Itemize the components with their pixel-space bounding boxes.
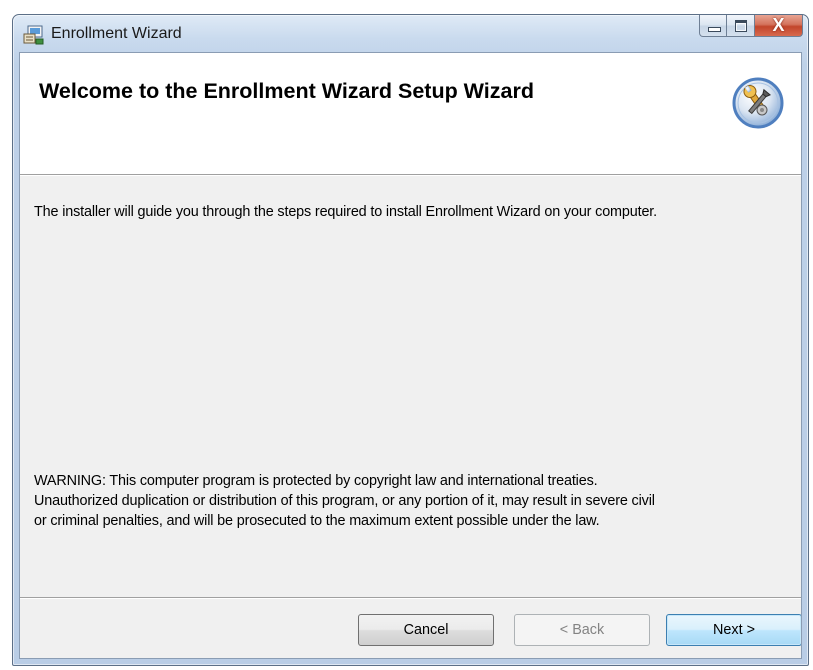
copyright-warning: WARNING: This computer program is protec… — [34, 471, 801, 531]
next-button[interactable]: Next > — [666, 614, 801, 646]
warning-line: WARNING: This computer program is protec… — [34, 473, 598, 489]
warning-line: or criminal penalties, and will be prose… — [34, 513, 600, 529]
page-title: Welcome to the Enrollment Wizard Setup W… — [39, 79, 534, 103]
back-button[interactable]: < Back — [514, 614, 650, 646]
footer-divider-highlight — [20, 598, 801, 599]
maximize-button[interactable] — [727, 15, 755, 37]
installer-window: Enrollment Wizard X Welcome to the Enrol… — [12, 14, 809, 666]
close-icon: X — [772, 15, 785, 35]
caption-buttons: X — [699, 15, 803, 37]
intro-text: The installer will guide you through the… — [34, 204, 658, 220]
wrench-gear-icon — [732, 77, 784, 129]
close-button[interactable]: X — [755, 15, 803, 37]
wizard-client-area: Welcome to the Enrollment Wizard Setup W… — [19, 52, 802, 659]
minimize-icon — [708, 27, 721, 32]
cancel-button[interactable]: Cancel — [358, 614, 494, 646]
window-title: Enrollment Wizard — [51, 25, 182, 42]
warning-line: Unauthorized duplication or distribution… — [34, 493, 655, 509]
minimize-button[interactable] — [699, 15, 727, 37]
banner-separator — [20, 175, 801, 176]
wizard-banner: Welcome to the Enrollment Wizard Setup W… — [20, 53, 801, 175]
installer-icon[interactable] — [23, 25, 45, 45]
maximize-icon — [735, 20, 747, 32]
title-bar[interactable]: Enrollment Wizard X — [13, 15, 808, 52]
